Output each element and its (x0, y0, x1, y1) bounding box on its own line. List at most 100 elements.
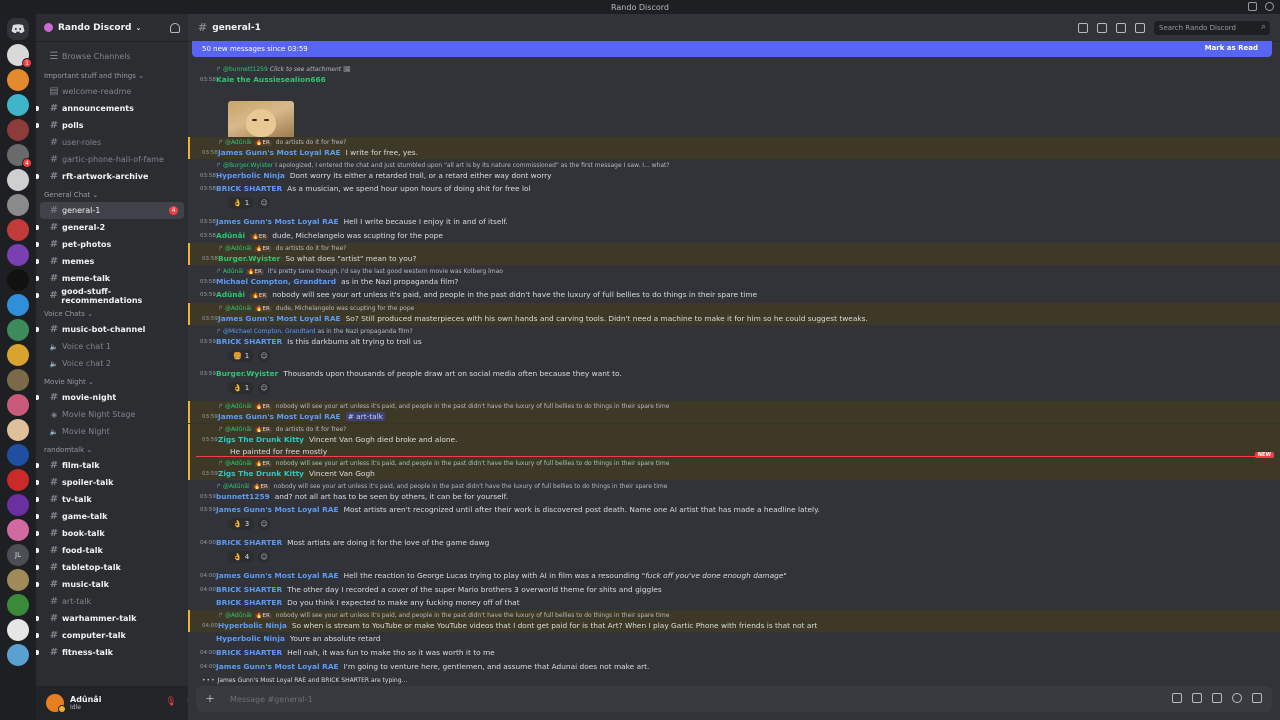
server-icon[interactable] (7, 644, 29, 666)
reply-author[interactable]: @Adûnâi (225, 426, 252, 433)
add-reaction-icon[interactable]: ☺ (258, 350, 271, 362)
message-author[interactable]: BRICK SHARTER (216, 598, 282, 607)
message-input[interactable]: Message #general-1 (230, 695, 313, 704)
message[interactable]: 03:59 Adûnâi 🔥ER nobody will see your art u… (188, 289, 1280, 301)
member-list-icon[interactable] (1135, 23, 1145, 33)
user-info[interactable]: Adûnâi Idle (70, 695, 101, 711)
channel-item[interactable]: # movie-night (36, 389, 184, 406)
pin-icon[interactable] (1116, 23, 1126, 33)
channel-item[interactable]: 🔈 Movie Night (40, 423, 184, 440)
message-author[interactable]: Michael Compton, Grandtard (216, 277, 336, 286)
server-icon[interactable]: 1 (7, 44, 32, 68)
message[interactable]: ↱ @Adûnâi 🔥ER nobody will see your art un… (188, 401, 1280, 423)
threads-icon[interactable] (1078, 23, 1088, 33)
message-author[interactable]: bunnett1259 (216, 492, 270, 501)
reaction-pill[interactable]: 👌 4 (228, 551, 255, 563)
message[interactable]: 03:58 Adûnâi 🔥ER dude, Michelangelo was scu… (188, 230, 1280, 242)
server-icon[interactable] (7, 494, 29, 516)
add-reaction-icon[interactable]: ☺ (258, 382, 271, 394)
server-icon[interactable]: JL (7, 544, 29, 566)
channel-category[interactable]: randomtalk ⌄ (36, 440, 188, 457)
reply-author[interactable]: @Michael Compton, Grandtard (223, 328, 316, 335)
message-author[interactable]: Hyperbolic Ninja (216, 634, 285, 643)
server-icon[interactable] (7, 419, 29, 441)
server-icon[interactable] (7, 569, 29, 591)
server-icon[interactable] (7, 244, 29, 266)
channel-item[interactable]: # book-talk (36, 525, 184, 542)
gift-icon[interactable] (1172, 693, 1182, 703)
message[interactable]: 04:00 James Gunn's Most Loyal RAE I'm goin… (188, 661, 1280, 673)
channel-category[interactable]: General Chat ⌄ (36, 185, 188, 202)
add-reaction-icon[interactable]: ☺ (258, 551, 271, 563)
message[interactable]: ↱ @Adûnâi 🔥ER do artists do it for free? 0… (188, 137, 1280, 159)
server-icon[interactable] (7, 369, 29, 391)
message-author[interactable]: James Gunn's Most Loyal RAE (216, 217, 339, 226)
reply-author[interactable]: @Adûnâi (225, 139, 252, 146)
server-icon[interactable] (7, 519, 29, 541)
channel-item[interactable]: # rft-artwork-archive (36, 168, 184, 185)
server-icon[interactable] (7, 194, 29, 216)
channel-item[interactable]: # spoiler-talk (36, 474, 184, 491)
avatar[interactable] (46, 694, 66, 713)
server-icon[interactable] (7, 69, 29, 91)
channel-item[interactable]: # game-talk (36, 508, 184, 525)
server-icon[interactable] (7, 594, 29, 616)
search-input[interactable]: Search Rando Discord (1154, 21, 1270, 35)
message[interactable]: 03:59 Burger.Wyister Thousands upon thousa… (188, 368, 1280, 396)
browse-channels[interactable]: ☰ Browse Channels (40, 46, 184, 66)
message-author[interactable]: Hyperbolic Ninja (216, 171, 285, 180)
message[interactable]: ↱ @Adûnâi 🔥ER dude, Michelangelo was scup… (188, 303, 1280, 325)
server-icon[interactable] (7, 444, 29, 466)
server-icon[interactable] (7, 169, 29, 191)
server-icon[interactable] (7, 319, 29, 341)
message[interactable]: ↱ @Adûnâi 🔥ER nobody will see your art un… (188, 458, 1280, 480)
message-author[interactable]: Adûnâi (216, 231, 245, 240)
server-icon[interactable] (7, 119, 29, 141)
message[interactable]: 04:00 BRICK SHARTER Most artists are doing… (188, 537, 1280, 565)
message[interactable]: 04:00 BRICK SHARTER The other day I record… (188, 584, 1280, 596)
mic-muted-icon[interactable]: 🎙 (165, 697, 176, 707)
reaction-pill[interactable]: 🍔 1 (228, 350, 255, 362)
reaction-pill[interactable]: 👌 1 (228, 382, 255, 394)
reaction-pill[interactable]: 👌 3 (228, 518, 255, 530)
message[interactable]: Hyperbolic Ninja Youre an absolute retard (188, 633, 1280, 645)
sticker-icon[interactable] (1212, 693, 1222, 703)
message[interactable]: 04:00 James Gunn's Most Loyal RAE Hell the… (188, 570, 1280, 582)
reply-author[interactable]: @Adûnâi (225, 403, 252, 410)
message-author[interactable]: Zigs The Drunk Kitty (218, 435, 304, 444)
message-author[interactable]: BRICK SHARTER (216, 184, 282, 193)
message-author[interactable]: Hyperbolic Ninja (218, 621, 287, 630)
reply-author[interactable]: @Burger.Wyister (223, 162, 273, 169)
message-author[interactable]: Adûnâi (216, 290, 245, 299)
channel-mention[interactable]: # art-talk (345, 412, 386, 421)
inbox-icon[interactable] (1248, 2, 1257, 11)
channel-item[interactable]: # polls (36, 117, 184, 134)
message-author[interactable]: James Gunn's Most Loyal RAE (216, 571, 339, 580)
channel-item[interactable]: # meme-talk (36, 270, 184, 287)
channel-item[interactable]: # general-2 (36, 219, 184, 236)
message[interactable]: BRICK SHARTER Do you think I expected to … (188, 597, 1280, 609)
message-author[interactable]: James Gunn's Most Loyal RAE (218, 412, 341, 421)
channel-item[interactable]: # music-bot-channel (36, 321, 184, 338)
channel-item[interactable]: # pet-photos (36, 236, 184, 253)
message-author[interactable]: James Gunn's Most Loyal RAE (218, 148, 341, 157)
server-icon[interactable] (7, 344, 29, 366)
message-author[interactable]: Burger.Wyister (216, 369, 278, 378)
channel-item[interactable]: # music-talk (36, 576, 184, 593)
server-icon[interactable] (7, 394, 29, 416)
channel-item[interactable]: # computer-talk (36, 627, 184, 644)
reply-author[interactable]: @Adûnâi (225, 460, 252, 467)
notification-bell-icon[interactable] (1097, 23, 1107, 33)
server-icon[interactable] (7, 269, 29, 291)
message-author[interactable]: BRICK SHARTER (216, 538, 282, 547)
message[interactable]: ↱ @Adûnâi 🔥ER do artists do it for free? 0… (188, 424, 1280, 458)
message-author[interactable]: James Gunn's Most Loyal RAE (218, 314, 341, 323)
message[interactable]: ↱ @Burger.Wyister I apologized, I entere… (188, 160, 1280, 182)
message[interactable]: 03:58 BRICK SHARTER As a musician, we spen… (188, 183, 1280, 211)
server-icon[interactable] (7, 219, 29, 241)
emoji-icon[interactable] (1232, 693, 1242, 703)
reply-author[interactable]: Adûnâi (223, 268, 244, 275)
message-author[interactable]: James Gunn's Most Loyal RAE (216, 662, 339, 671)
message-author[interactable]: BRICK SHARTER (216, 585, 282, 594)
message[interactable]: 03:59 James Gunn's Most Loyal RAE Most art… (188, 504, 1280, 532)
